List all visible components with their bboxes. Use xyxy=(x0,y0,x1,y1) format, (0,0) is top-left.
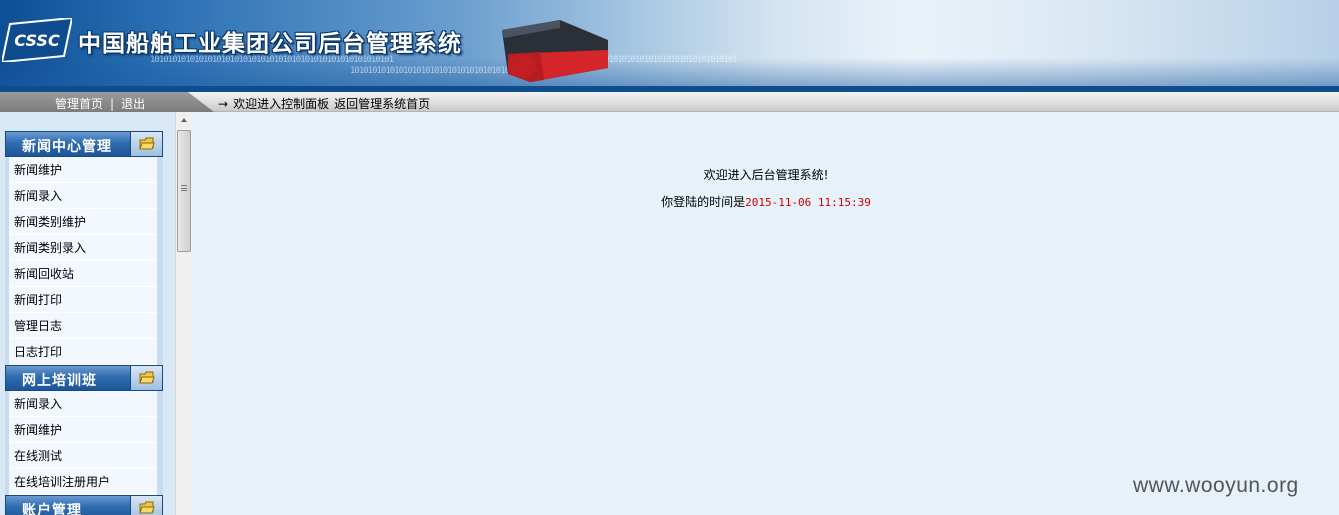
menu-item-training-news-maintain[interactable]: 新闻维护 xyxy=(9,417,157,443)
menu-item-online-test[interactable]: 在线测试 xyxy=(9,443,157,469)
login-time-value: 2015-11-06 11:15:39 xyxy=(745,196,871,209)
back-home-link[interactable]: 返回管理系统首页 xyxy=(334,97,430,111)
scroll-thumb[interactable] xyxy=(177,130,191,252)
header-banner: 1010101010101010101010101010101010101010… xyxy=(0,0,1339,92)
menu-item-news-recycle[interactable]: 新闻回收站 xyxy=(9,261,157,287)
menu-item-news-maintain[interactable]: 新闻维护 xyxy=(9,157,157,183)
menu-item-news-add[interactable]: 新闻录入 xyxy=(9,183,157,209)
arrow-icon: → xyxy=(218,97,229,111)
menu-item-log-print[interactable]: 日志打印 xyxy=(9,339,157,365)
folder-icon[interactable] xyxy=(130,132,162,156)
ship-image xyxy=(502,20,608,82)
menu-item-registered-users[interactable]: 在线培训注册用户 xyxy=(9,469,157,495)
folder-icon[interactable] xyxy=(130,496,162,515)
menu-items-training: 新闻录入 新闻维护 在线测试 在线培训注册用户 xyxy=(5,391,163,495)
menu-header-account[interactable]: 账户管理 xyxy=(5,495,163,515)
login-time-label: 你登陆的时间是 xyxy=(661,195,746,209)
sidebar: 新闻中心管理 新闻维护 新闻录入 新闻类别维护 新闻类别录入 新闻回收站 新闻打… xyxy=(0,112,175,515)
menu-header-news[interactable]: 新闻中心管理 xyxy=(5,131,163,157)
menu-header-label: 网上培训班 xyxy=(22,373,97,389)
menu-item-training-news-add[interactable]: 新闻录入 xyxy=(9,391,157,417)
navbar-message: → 欢迎进入控制面板 返回管理系统首页 xyxy=(218,95,430,112)
menu-header-label: 新闻中心管理 xyxy=(22,139,112,155)
menu-items-news: 新闻维护 新闻录入 新闻类别维护 新闻类别录入 新闻回收站 新闻打印 管理日志 … xyxy=(5,157,163,365)
welcome-message: 欢迎进入后台管理系统! xyxy=(703,168,829,182)
nav-welcome-text: 欢迎进入控制面板 xyxy=(233,97,330,111)
grip-icon xyxy=(181,185,187,191)
menu-header-label: 账户管理 xyxy=(22,503,82,515)
nav-separator: | xyxy=(110,97,115,111)
menu-group-account: 账户管理 xyxy=(5,495,163,515)
menu-item-news-print[interactable]: 新闻打印 xyxy=(9,287,157,313)
menu-item-admin-log[interactable]: 管理日志 xyxy=(9,313,157,339)
cssc-logo: CSSC xyxy=(2,18,72,62)
menu-group-training: 网上培训班 新闻录入 新闻维护 在线测试 在线培训注册用户 xyxy=(5,365,163,495)
logout-link[interactable]: 退出 xyxy=(121,97,145,111)
menu-header-training[interactable]: 网上培训班 xyxy=(5,365,163,391)
logo-text: CSSC xyxy=(14,31,60,50)
system-title: 中国船舶工业集团公司后台管理系统 xyxy=(78,31,462,57)
menu-group-news: 新闻中心管理 新闻维护 新闻录入 新闻类别维护 新闻类别录入 新闻回收站 新闻打… xyxy=(5,131,163,365)
login-time-line: 你登陆的时间是2015-11-06 11:15:39 xyxy=(193,193,1339,210)
menu-item-news-category-maintain[interactable]: 新闻类别维护 xyxy=(9,209,157,235)
menu-item-news-category-add[interactable]: 新闻类别录入 xyxy=(9,235,157,261)
navbar-links: 管理首页 | 退出 xyxy=(55,95,145,112)
admin-home-link[interactable]: 管理首页 xyxy=(55,97,103,111)
scroll-up-arrow-icon[interactable] xyxy=(176,112,192,128)
main-content: 欢迎进入后台管理系统! 你登陆的时间是2015-11-06 11:15:39 xyxy=(193,112,1339,515)
watermark: www.wooyun.org xyxy=(1133,474,1299,497)
folder-icon[interactable] xyxy=(130,366,162,390)
sidebar-scrollbar[interactable] xyxy=(175,112,192,515)
